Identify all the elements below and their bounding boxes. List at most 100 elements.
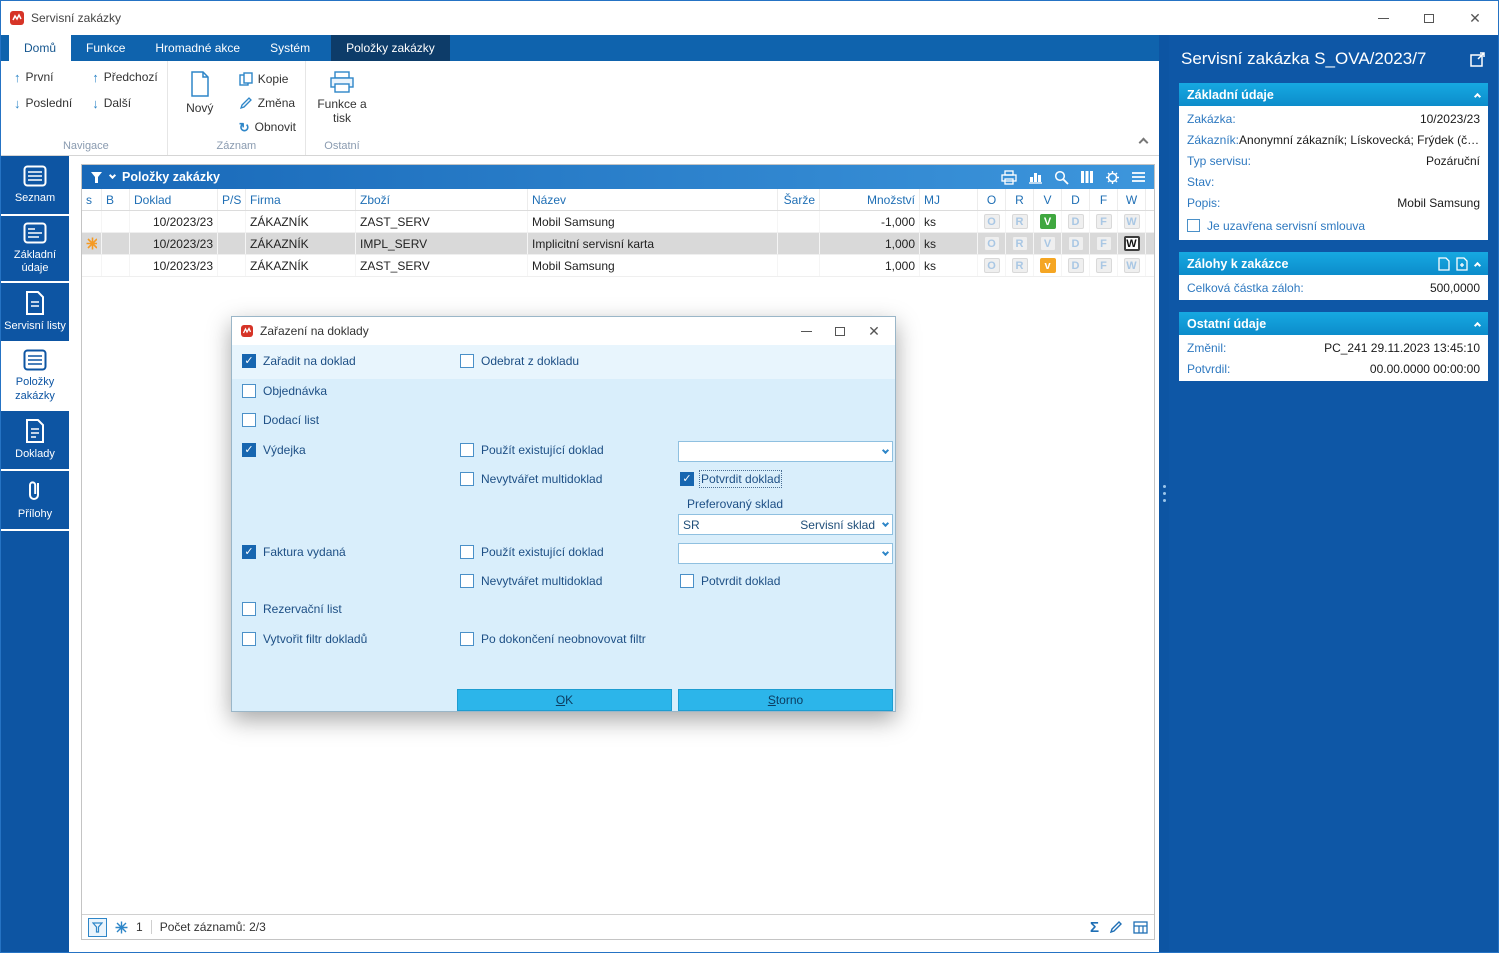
checkbox-pouzit-existujici-doklad-2[interactable]: Použít existující doklad xyxy=(460,545,604,559)
section-header-zalohy[interactable]: Zálohy k zakázce xyxy=(1179,252,1488,275)
checkbox-neobnovovat-filtr[interactable]: Po dokončení neobnovovat filtr xyxy=(460,632,646,646)
checkbox-objednavka[interactable]: Objednávka xyxy=(242,384,327,398)
checkbox-nevytvaret-multidoklad-2[interactable]: Nevytvářet multidoklad xyxy=(460,574,602,588)
dialog-minimize-button[interactable] xyxy=(789,319,823,343)
panel-splitter[interactable] xyxy=(1159,35,1169,952)
checkbox-checked-icon: ✓ xyxy=(242,354,256,368)
status-badge: W xyxy=(1124,258,1140,273)
ribbon-collapse-button[interactable] xyxy=(1140,135,1147,149)
existing-document-combo-2[interactable] xyxy=(678,543,893,564)
col-header-zbozi[interactable]: Zboží xyxy=(356,189,528,210)
tab-system[interactable]: Systém xyxy=(255,35,325,61)
col-header-s[interactable]: s xyxy=(82,189,102,210)
change-button[interactable]: Změna xyxy=(236,95,299,111)
copy-button[interactable]: Kopie xyxy=(236,71,299,87)
minimize-button[interactable] xyxy=(1360,1,1406,35)
sidebar-item-polozky-zakazky[interactable]: Položky zakázky xyxy=(1,343,69,410)
sidebar-item-servisni-listy[interactable]: Servisní listy xyxy=(1,283,69,343)
col-header-mj[interactable]: MJ xyxy=(920,189,978,210)
tab-domu[interactable]: Domů xyxy=(9,35,71,61)
paperclip-icon xyxy=(27,479,43,503)
sidebar-item-zakladni-udaje[interactable]: Základní údaje xyxy=(1,216,69,283)
col-header-r[interactable]: R xyxy=(1006,189,1034,210)
checkbox-vydejka[interactable]: ✓ Výdejka xyxy=(242,443,306,457)
sum-icon[interactable]: Σ xyxy=(1090,919,1099,936)
sidebar-item-doklady[interactable]: Doklady xyxy=(1,411,69,471)
section-header-ostatni-udaje[interactable]: Ostatní údaje xyxy=(1179,312,1488,335)
ok-button[interactable]: OK xyxy=(457,689,672,711)
document-icon[interactable] xyxy=(1438,257,1450,271)
section-header-zakladni-udaje[interactable]: Základní údaje xyxy=(1179,83,1488,106)
dialog-titlebar[interactable]: Zařazení na doklady ✕ xyxy=(232,317,895,345)
dialog-maximize-button[interactable] xyxy=(823,319,857,343)
checkbox-dodaci-list[interactable]: Dodací list xyxy=(242,413,319,427)
checkbox-potvrdit-doklad-1[interactable]: ✓ Potvrdit doklad xyxy=(680,472,780,486)
sidebar-item-prilohy[interactable]: Přílohy xyxy=(1,471,69,531)
checkbox-vytvorit-filtr[interactable]: Vytvořit filtr dokladů xyxy=(242,632,367,646)
col-header-f[interactable]: F xyxy=(1090,189,1118,210)
popout-icon[interactable] xyxy=(1470,51,1486,67)
new-button[interactable]: Nový xyxy=(174,69,226,117)
maximize-button[interactable] xyxy=(1406,1,1452,35)
existing-document-combo-1[interactable] xyxy=(678,441,893,462)
titlebar[interactable]: Servisní zakázky ✕ xyxy=(1,1,1498,35)
col-header-doklad[interactable]: Doklad xyxy=(130,189,218,210)
copy-icon xyxy=(239,72,253,86)
divider xyxy=(151,920,152,934)
menu-icon[interactable] xyxy=(1131,171,1146,183)
checkbox-nevytvaret-multidoklad-1[interactable]: Nevytvářet multidoklad xyxy=(460,472,602,486)
table-row-selected[interactable]: 10/2023/23 ZÁKAZNÍK IMPL_SERV Implicitní… xyxy=(82,233,1154,255)
arrow-up-bar-icon: ↑ xyxy=(14,71,21,84)
col-header-d[interactable]: D xyxy=(1062,189,1090,210)
refresh-button[interactable]: ↻ Obnovit xyxy=(236,119,299,135)
functions-print-button[interactable]: Funkce a tisk xyxy=(312,69,372,127)
col-header-ps[interactable]: P/S xyxy=(218,189,246,210)
checkbox-zaradit-na-doklad[interactable]: ✓ Zařadit na doklad xyxy=(242,354,356,368)
table-row[interactable]: 10/2023/23 ZÁKAZNÍK ZAST_SERV Mobil Sams… xyxy=(82,211,1154,233)
columns-icon[interactable] xyxy=(1080,170,1094,184)
next-button[interactable]: ↓Další xyxy=(89,95,161,111)
col-header-mnozstvi[interactable]: Množství xyxy=(820,189,920,210)
col-header-v[interactable]: V xyxy=(1034,189,1062,210)
checkbox-servisni-smlouva[interactable]: Je uzavřena servisní smlouva xyxy=(1179,213,1488,238)
close-button[interactable]: ✕ xyxy=(1452,1,1498,35)
checkbox-pouzit-existujici-doklad-1[interactable]: Použít existující doklad xyxy=(460,443,604,457)
col-header-sarze[interactable]: Šarže xyxy=(778,189,820,210)
checkbox-rezervacni-list[interactable]: Rezervační list xyxy=(242,602,342,616)
table-icon[interactable] xyxy=(1133,921,1148,934)
status-badge: R xyxy=(1012,214,1028,229)
sidebar-item-seznam[interactable]: Seznam xyxy=(1,156,69,216)
snowflake-icon[interactable] xyxy=(115,921,128,934)
tab-funkce[interactable]: Funkce xyxy=(71,35,140,61)
col-header-w[interactable]: W xyxy=(1118,189,1146,210)
search-icon[interactable] xyxy=(1054,170,1069,185)
tab-hromadne-akce[interactable]: Hromadné akce xyxy=(140,35,255,61)
table-row[interactable]: 10/2023/23 ZÁKAZNÍK ZAST_SERV Mobil Sams… xyxy=(82,255,1154,277)
edit-icon[interactable] xyxy=(1109,920,1123,934)
checkbox-potvrdit-doklad-2[interactable]: Potvrdit doklad xyxy=(680,574,780,588)
col-header-b[interactable]: B xyxy=(102,189,130,210)
chevron-down-icon[interactable] xyxy=(109,172,116,179)
dropdown-icon xyxy=(882,548,889,555)
gear-icon[interactable] xyxy=(1105,170,1120,185)
document-add-icon[interactable] xyxy=(1456,257,1469,271)
dialog-close-button[interactable]: ✕ xyxy=(857,319,891,343)
checkbox-odebrat-z-dokladu[interactable]: Odebrat z dokladu xyxy=(460,354,579,368)
col-header-firma[interactable]: Firma xyxy=(246,189,356,210)
filter-icon[interactable] xyxy=(90,171,103,184)
previous-button[interactable]: ↑Předchozí xyxy=(89,69,161,85)
col-header-nazev[interactable]: Název xyxy=(528,189,778,210)
checkbox-box xyxy=(460,443,474,457)
filter-toggle-button[interactable] xyxy=(88,918,107,937)
print-icon[interactable] xyxy=(1001,170,1017,185)
checkbox-faktura-vydana[interactable]: ✓ Faktura vydaná xyxy=(242,545,346,559)
col-header-o[interactable]: O xyxy=(978,189,1006,210)
preferred-warehouse-combo[interactable]: SR Servisní sklad xyxy=(678,514,893,535)
storno-button[interactable]: Storno xyxy=(678,689,893,711)
last-button[interactable]: ↓Poslední xyxy=(11,95,75,111)
chart-icon[interactable] xyxy=(1028,170,1043,184)
first-button[interactable]: ↑První xyxy=(11,69,75,85)
checkbox-box xyxy=(680,574,694,588)
tab-polozky-zakazky[interactable]: Položky zakázky xyxy=(331,35,450,61)
filter-icon xyxy=(92,922,103,933)
